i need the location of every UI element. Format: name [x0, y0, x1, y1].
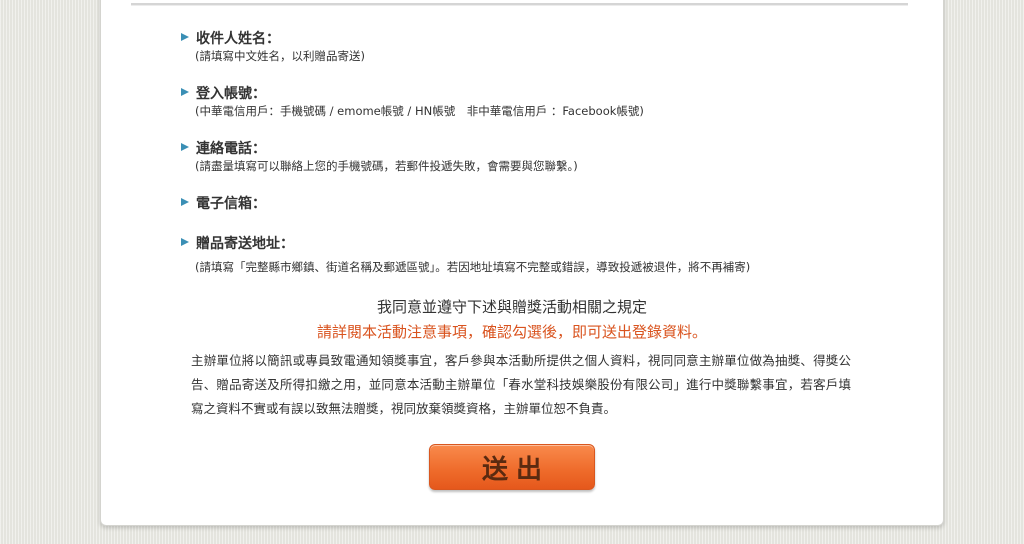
field-label: 收件人姓名： — [196, 31, 280, 47]
agreement-body: 主辦單位將以簡訊或專員致電通知領獎事宜，客戶參與本活動所提供之個人資料，視同同意… — [191, 353, 851, 416]
field-label: 電子信箱： — [196, 196, 266, 212]
section-divider — [131, 3, 908, 6]
field-label: 連絡電話： — [196, 141, 266, 157]
field-hint: (中華電信用戶：手機號碼 / emome帳號 / HN帳號 非中華電信用戶 ：F… — [195, 104, 644, 118]
bullet-arrow-icon — [181, 198, 189, 206]
bullet-arrow-icon — [181, 143, 189, 151]
bullet-arrow-icon — [181, 238, 189, 246]
submit-button[interactable]: 送出 — [429, 444, 595, 490]
submit-label: 送出 — [481, 454, 550, 485]
field-hint: (請填寫「完整縣市鄉鎮、街道名稱及郵遞區號」。若因地址填寫不完整或錯誤，導致投遞… — [195, 260, 751, 274]
agreement-note: 請詳閱本活動注意事項，確認勾選後，即可送出登錄資料。 — [316, 323, 707, 341]
field-hint: (請填寫中文姓名，以利贈品寄送) — [195, 49, 365, 63]
field-hint: (請盡量填寫可以聯絡上您的手機號碼，若郵件投遞失敗，會需要與您聯繫。) — [195, 159, 578, 173]
agreement-title: 我同意並遵守下述與贈獎活動相關之規定 — [376, 298, 647, 316]
bullet-arrow-icon — [181, 33, 189, 41]
field-label: 登入帳號： — [196, 86, 266, 102]
field-label: 贈品寄送地址： — [196, 236, 294, 252]
bullet-arrow-icon — [181, 88, 189, 96]
